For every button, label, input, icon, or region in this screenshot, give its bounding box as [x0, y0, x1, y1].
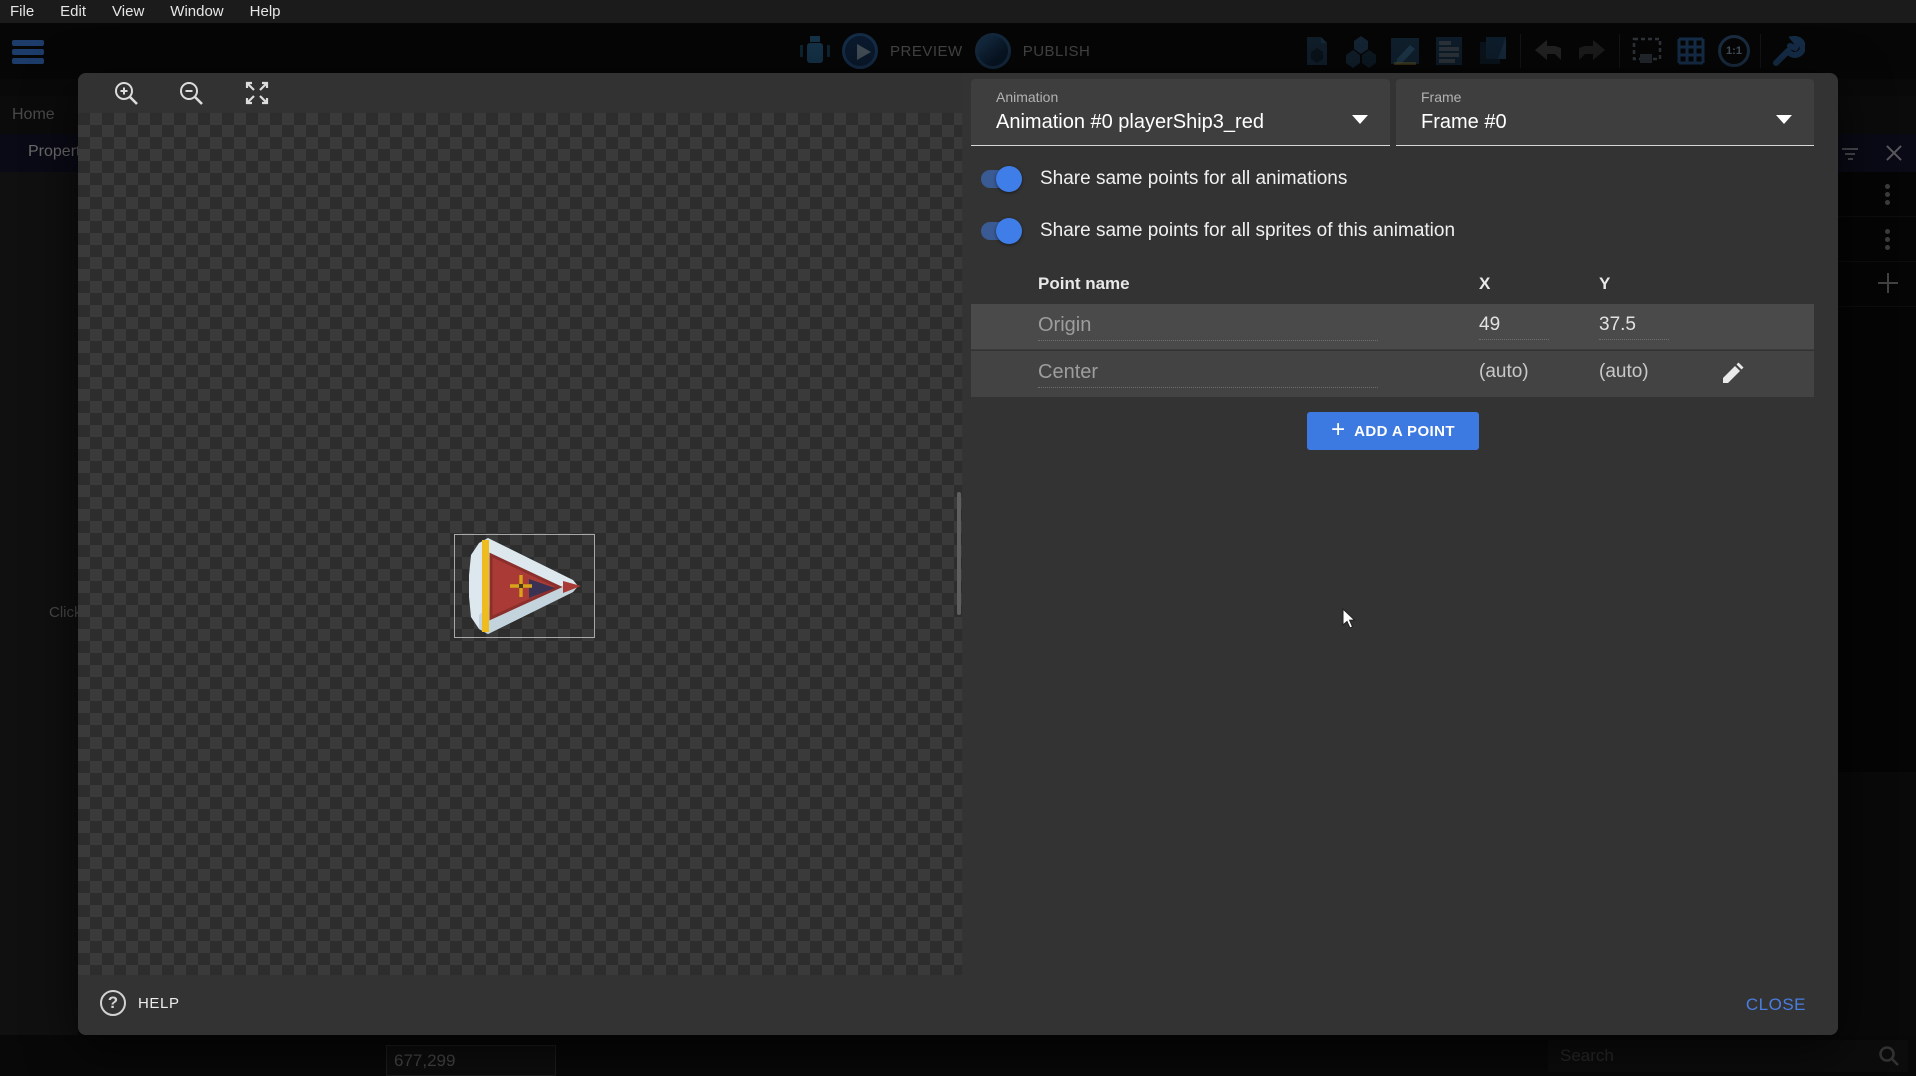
add-point-button[interactable]: + ADD A POINT — [1307, 412, 1479, 450]
menu-item-view[interactable]: View — [99, 3, 157, 20]
column-y: Y — [1599, 274, 1610, 294]
app-window: File Edit View Window Help PREVIEW PUBLI… — [0, 0, 1916, 1076]
table-row-origin[interactable]: Origin 49 37.5 — [971, 304, 1814, 350]
point-y-field[interactable]: 37.5 — [1599, 314, 1669, 340]
menu-item-help[interactable]: Help — [237, 3, 294, 20]
close-button[interactable]: CLOSE — [1746, 995, 1806, 1015]
point-x-field[interactable]: 49 — [1479, 314, 1549, 340]
chevron-down-icon — [1776, 115, 1792, 124]
edit-pencil-icon[interactable] — [1719, 361, 1745, 387]
dialog-footer: ? HELP CLOSE — [78, 975, 1838, 1035]
menu-item-edit[interactable]: Edit — [47, 3, 99, 20]
frame-select[interactable]: Frame Frame #0 — [1396, 79, 1814, 146]
points-panel: Animation Animation #0 playerShip3_red F… — [962, 73, 1838, 975]
canvas-toolbar — [78, 73, 962, 113]
help-button[interactable]: ? HELP — [100, 990, 180, 1016]
column-x: X — [1479, 274, 1490, 294]
frame-select-label: Frame — [1421, 89, 1461, 105]
canvas-scrollbar[interactable] — [957, 492, 961, 615]
plus-icon: + — [1331, 418, 1345, 442]
zoom-out-icon[interactable] — [177, 79, 205, 107]
share-points-all-animations-row: Share same points for all animations — [978, 162, 1347, 196]
frame-select-value: Frame #0 — [1421, 111, 1507, 134]
chevron-down-icon — [1352, 115, 1368, 124]
player-ship-sprite — [455, 535, 594, 637]
toggle-label: Share same points for all sprites of thi… — [1040, 220, 1455, 242]
animation-select[interactable]: Animation Animation #0 playerShip3_red — [971, 79, 1390, 146]
question-mark-icon: ? — [100, 990, 126, 1016]
point-x-field[interactable]: (auto) — [1479, 361, 1549, 386]
share-points-all-sprites-toggle[interactable] — [978, 218, 1022, 244]
animation-select-value: Animation #0 playerShip3_red — [996, 111, 1264, 134]
points-table-header: Point name X Y — [971, 266, 1814, 304]
toggle-label: Share same points for all animations — [1040, 168, 1347, 190]
share-points-all-sprites-row: Share same points for all sprites of thi… — [978, 214, 1455, 248]
column-point-name: Point name — [1038, 274, 1130, 294]
menu-item-window[interactable]: Window — [157, 3, 236, 20]
zoom-in-icon[interactable] — [112, 79, 140, 107]
menu-bar: File Edit View Window Help — [0, 0, 1916, 23]
point-y-field[interactable]: (auto) — [1599, 361, 1669, 386]
animation-select-label: Animation — [996, 89, 1058, 105]
fit-to-screen-icon[interactable] — [243, 79, 271, 107]
menu-item-file[interactable]: File — [0, 3, 47, 20]
points-editor-dialog: Animation Animation #0 playerShip3_red F… — [78, 73, 1838, 1035]
point-name-field[interactable]: Center — [1038, 361, 1378, 388]
point-name-field[interactable]: Origin — [1038, 314, 1378, 341]
sprite-preview-canvas[interactable] — [78, 113, 962, 975]
sprite-bounding-box — [454, 534, 595, 638]
mouse-cursor — [1342, 608, 1362, 630]
share-points-all-animations-toggle[interactable] — [978, 166, 1022, 192]
table-row-center[interactable]: Center (auto) (auto) — [971, 351, 1814, 397]
